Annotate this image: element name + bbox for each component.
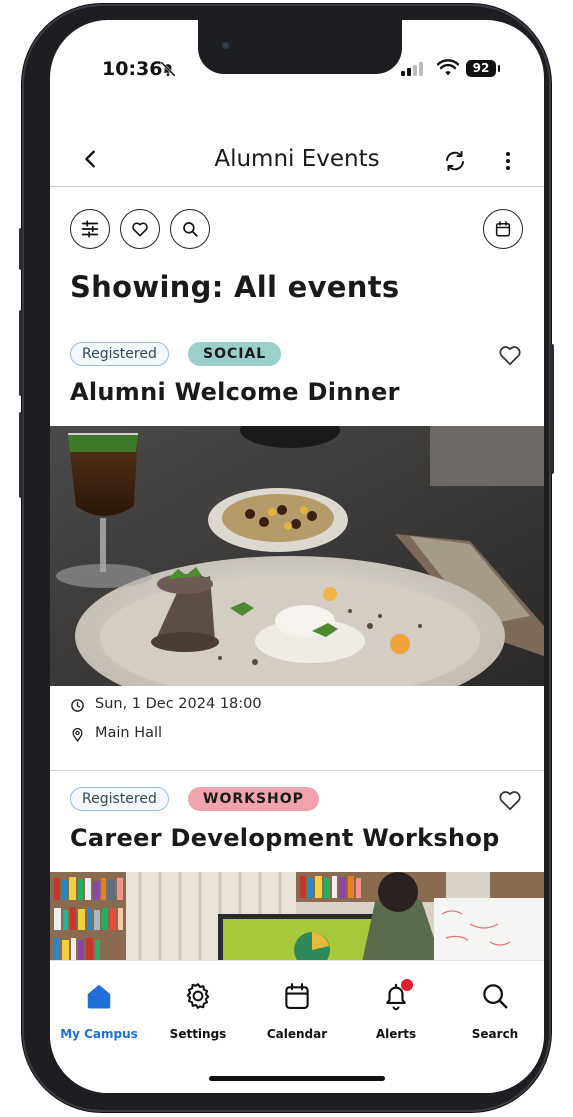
more-options-icon[interactable] bbox=[496, 149, 520, 173]
event-photo-dinner bbox=[50, 426, 544, 686]
event-photo-workshop bbox=[50, 872, 544, 962]
app-header: Alumni Events bbox=[50, 138, 544, 186]
nav-calendar[interactable]: Calendar bbox=[248, 979, 346, 1041]
registered-badge: Registered bbox=[70, 787, 169, 811]
nav-settings[interactable]: Settings bbox=[149, 979, 247, 1041]
volume-down-button bbox=[19, 412, 23, 498]
search-icon bbox=[483, 984, 508, 1009]
event-card[interactable]: Registered SOCIAL Alumni Welcome Dinner bbox=[50, 340, 544, 772]
notification-dot bbox=[401, 979, 413, 991]
event-title[interactable]: Career Development Workshop bbox=[70, 824, 500, 852]
home-indicator[interactable] bbox=[209, 1076, 385, 1081]
nav-label: Search bbox=[471, 1027, 519, 1041]
event-datetime: Sun, 1 Dec 2024 18:00 bbox=[95, 696, 262, 712]
event-card[interactable]: Registered WORKSHOP Career Development W… bbox=[50, 786, 544, 966]
refresh-icon[interactable] bbox=[443, 149, 467, 173]
home-icon bbox=[87, 984, 111, 1009]
gear-icon bbox=[186, 983, 210, 1009]
silent-switch bbox=[19, 228, 23, 270]
header-divider bbox=[50, 186, 544, 187]
heart-icon bbox=[132, 222, 148, 237]
favorite-heart-icon[interactable] bbox=[497, 342, 523, 368]
sliders-icon bbox=[81, 220, 99, 238]
status-time: 10:36 bbox=[102, 58, 163, 80]
wifi-icon bbox=[437, 59, 459, 76]
bell-off-icon bbox=[160, 61, 176, 77]
search-icon bbox=[183, 222, 198, 237]
volume-up-button bbox=[19, 310, 23, 396]
nav-label: Calendar bbox=[266, 1027, 328, 1041]
event-location: Main Hall bbox=[95, 725, 163, 741]
filter-button[interactable] bbox=[70, 209, 110, 249]
bottom-navigation: My Campus Settings Calendar Alerts Searc… bbox=[50, 960, 544, 1093]
nav-alerts[interactable]: Alerts bbox=[347, 979, 445, 1041]
signal-icon bbox=[401, 62, 423, 76]
calendar-view-button[interactable] bbox=[483, 209, 523, 249]
category-badge: SOCIAL bbox=[188, 342, 282, 366]
filter-heading: Showing: All events bbox=[70, 270, 400, 304]
nav-label: My Campus bbox=[60, 1027, 138, 1041]
favorite-heart-icon[interactable] bbox=[497, 787, 523, 813]
power-button bbox=[550, 344, 554, 474]
location-pin-icon bbox=[72, 727, 83, 742]
nav-label: Alerts bbox=[375, 1027, 417, 1041]
registered-badge: Registered bbox=[70, 342, 169, 366]
clock-icon bbox=[71, 699, 84, 712]
battery-indicator: 92 bbox=[466, 60, 500, 77]
calendar-icon bbox=[285, 983, 309, 1009]
favorites-filter-button[interactable] bbox=[120, 209, 160, 249]
notch bbox=[198, 20, 402, 74]
nav-search[interactable]: Search bbox=[446, 979, 544, 1041]
search-filter-button[interactable] bbox=[170, 209, 210, 249]
category-badge: WORKSHOP bbox=[188, 787, 319, 811]
card-divider bbox=[50, 770, 544, 771]
calendar-icon bbox=[495, 221, 511, 237]
app-screen: 10:36 92 Alumni Events Showing: All even… bbox=[50, 20, 544, 1093]
page-title: Alumni Events bbox=[214, 146, 380, 172]
nav-my-campus[interactable]: My Campus bbox=[50, 979, 148, 1041]
event-title[interactable]: Alumni Welcome Dinner bbox=[70, 378, 400, 406]
nav-label: Settings bbox=[169, 1027, 227, 1041]
